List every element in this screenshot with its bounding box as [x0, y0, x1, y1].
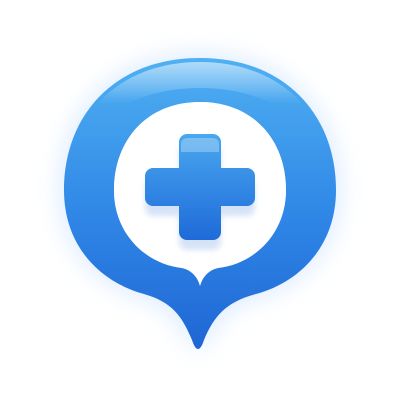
- medical-location-pin-icon: [64, 58, 336, 349]
- icon-stage: [0, 0, 400, 400]
- plus-highlight: [181, 138, 219, 152]
